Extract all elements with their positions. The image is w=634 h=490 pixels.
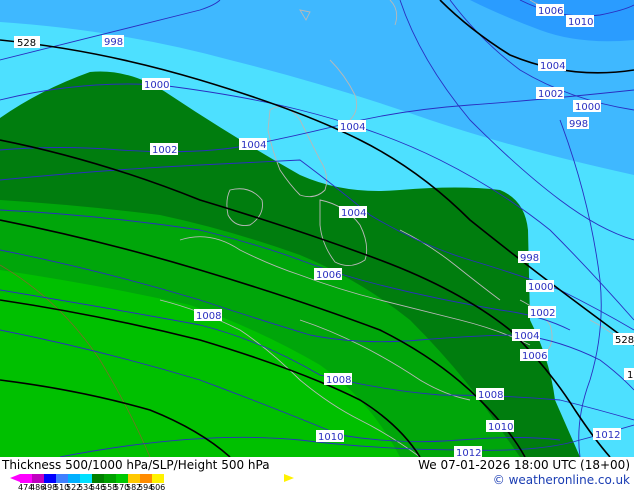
- weather-map: 1006 1010 998 1000 1004 1002 1000 998 10…: [0, 0, 634, 490]
- isobar-label: 1004: [512, 329, 540, 342]
- svg-text:528: 528: [615, 335, 634, 346]
- svg-text:1004: 1004: [540, 61, 565, 72]
- legend-left-arrow-icon: [10, 474, 20, 482]
- isobar-label: 998: [567, 117, 589, 130]
- svg-text:1002: 1002: [538, 89, 563, 100]
- map-canvas: 1006 1010 998 1000 1004 1002 1000 998 10…: [0, 0, 634, 457]
- svg-text:1000: 1000: [575, 102, 600, 113]
- isobar-label: 1004: [338, 120, 366, 133]
- svg-text:1012: 1012: [456, 448, 481, 457]
- svg-text:1004: 1004: [241, 140, 266, 151]
- map-title: Thickness 500/1000 hPa/SLP/Height 500 hP…: [2, 458, 270, 472]
- svg-text:1008: 1008: [196, 311, 221, 322]
- legend-tick-labels: 474486498510522534546558570582594606: [18, 483, 166, 490]
- legend-swatch: [32, 474, 44, 483]
- legend-tick-label: 546: [90, 483, 106, 490]
- svg-text:1000: 1000: [144, 80, 169, 91]
- isobar-label: 1008: [194, 309, 222, 322]
- legend-swatch: [44, 474, 56, 483]
- isobar-label: 1000: [573, 100, 601, 113]
- svg-text:1008: 1008: [478, 390, 503, 401]
- credit-link[interactable]: © weatheronline.co.uk: [493, 473, 630, 487]
- legend-tick-label: 510: [54, 483, 70, 490]
- svg-text:528: 528: [17, 38, 36, 49]
- isobar-label: 1002: [150, 143, 178, 156]
- legend-tick-label: 486: [30, 483, 46, 490]
- legend-tick-label: 474: [18, 483, 34, 490]
- svg-text:1: 1: [627, 370, 633, 381]
- legend-tick-label: 570: [114, 483, 130, 490]
- svg-text:1008: 1008: [326, 375, 351, 386]
- isobar-label: 1006: [536, 4, 564, 17]
- isobar-label: 1008: [476, 388, 504, 401]
- svg-text:1010: 1010: [568, 17, 593, 28]
- legend-tick-label: 522: [66, 483, 82, 490]
- svg-text:1012: 1012: [595, 430, 620, 441]
- svg-text:998: 998: [104, 37, 123, 48]
- legend-swatch: [140, 474, 152, 483]
- svg-text:1004: 1004: [514, 331, 539, 342]
- svg-text:1006: 1006: [522, 351, 547, 362]
- isobar-label: 1010: [316, 430, 344, 443]
- isobar-label: 1004: [339, 206, 367, 219]
- svg-text:1004: 1004: [341, 208, 366, 219]
- legend-tick-label: 606: [150, 483, 166, 490]
- isobar-label: 1004: [239, 138, 267, 151]
- isobar-label: 1000: [142, 78, 170, 91]
- isobar-label: 1002: [528, 306, 556, 319]
- legend-swatch: [92, 474, 104, 483]
- thickness-label: 1: [624, 368, 634, 381]
- map-footer: Thickness 500/1000 hPa/SLP/Height 500 hP…: [0, 457, 634, 490]
- svg-text:1010: 1010: [488, 422, 513, 433]
- legend-swatch: [128, 474, 140, 483]
- legend-right-arrow-icon: [284, 474, 294, 482]
- isobar-label: 1012: [454, 446, 482, 457]
- svg-text:998: 998: [569, 119, 588, 130]
- svg-text:1006: 1006: [538, 6, 563, 17]
- legend-swatch: [56, 474, 68, 483]
- legend-swatch: [68, 474, 80, 483]
- valid-time: We 07-01-2026 18:00 UTC (18+00): [418, 458, 630, 472]
- isobar-label: 1012: [593, 428, 621, 441]
- color-legend: [20, 474, 164, 483]
- legend-tick-label: 558: [102, 483, 118, 490]
- isobar-label: 1004: [538, 59, 566, 72]
- isobar-label: 998: [102, 35, 124, 48]
- legend-swatch: [116, 474, 128, 483]
- thickness-label: 528: [613, 333, 634, 346]
- isobar-label: 1000: [526, 280, 554, 293]
- legend-tick-label: 594: [138, 483, 154, 490]
- isobar-label: 1006: [520, 349, 548, 362]
- svg-text:1006: 1006: [316, 270, 341, 281]
- isobar-label: 998: [518, 251, 540, 264]
- legend-tick-label: 534: [78, 483, 94, 490]
- isobar-label: 1010: [566, 15, 594, 28]
- svg-text:998: 998: [520, 253, 539, 264]
- legend-tick-label: 498: [42, 483, 58, 490]
- thickness-label: 528: [14, 36, 40, 49]
- svg-text:1002: 1002: [530, 308, 555, 319]
- legend-tick-label: 582: [126, 483, 142, 490]
- svg-text:1002: 1002: [152, 145, 177, 156]
- legend-swatch: [80, 474, 92, 483]
- svg-text:1004: 1004: [340, 122, 365, 133]
- isobar-label: 1008: [324, 373, 352, 386]
- isobar-label: 1002: [536, 87, 564, 100]
- legend-swatch: [104, 474, 116, 483]
- svg-text:1000: 1000: [528, 282, 553, 293]
- isobar-label: 1010: [486, 420, 514, 433]
- isobar-label: 1006: [314, 268, 342, 281]
- svg-text:1010: 1010: [318, 432, 343, 443]
- legend-swatch: [152, 474, 164, 483]
- legend-swatch: [20, 474, 32, 483]
